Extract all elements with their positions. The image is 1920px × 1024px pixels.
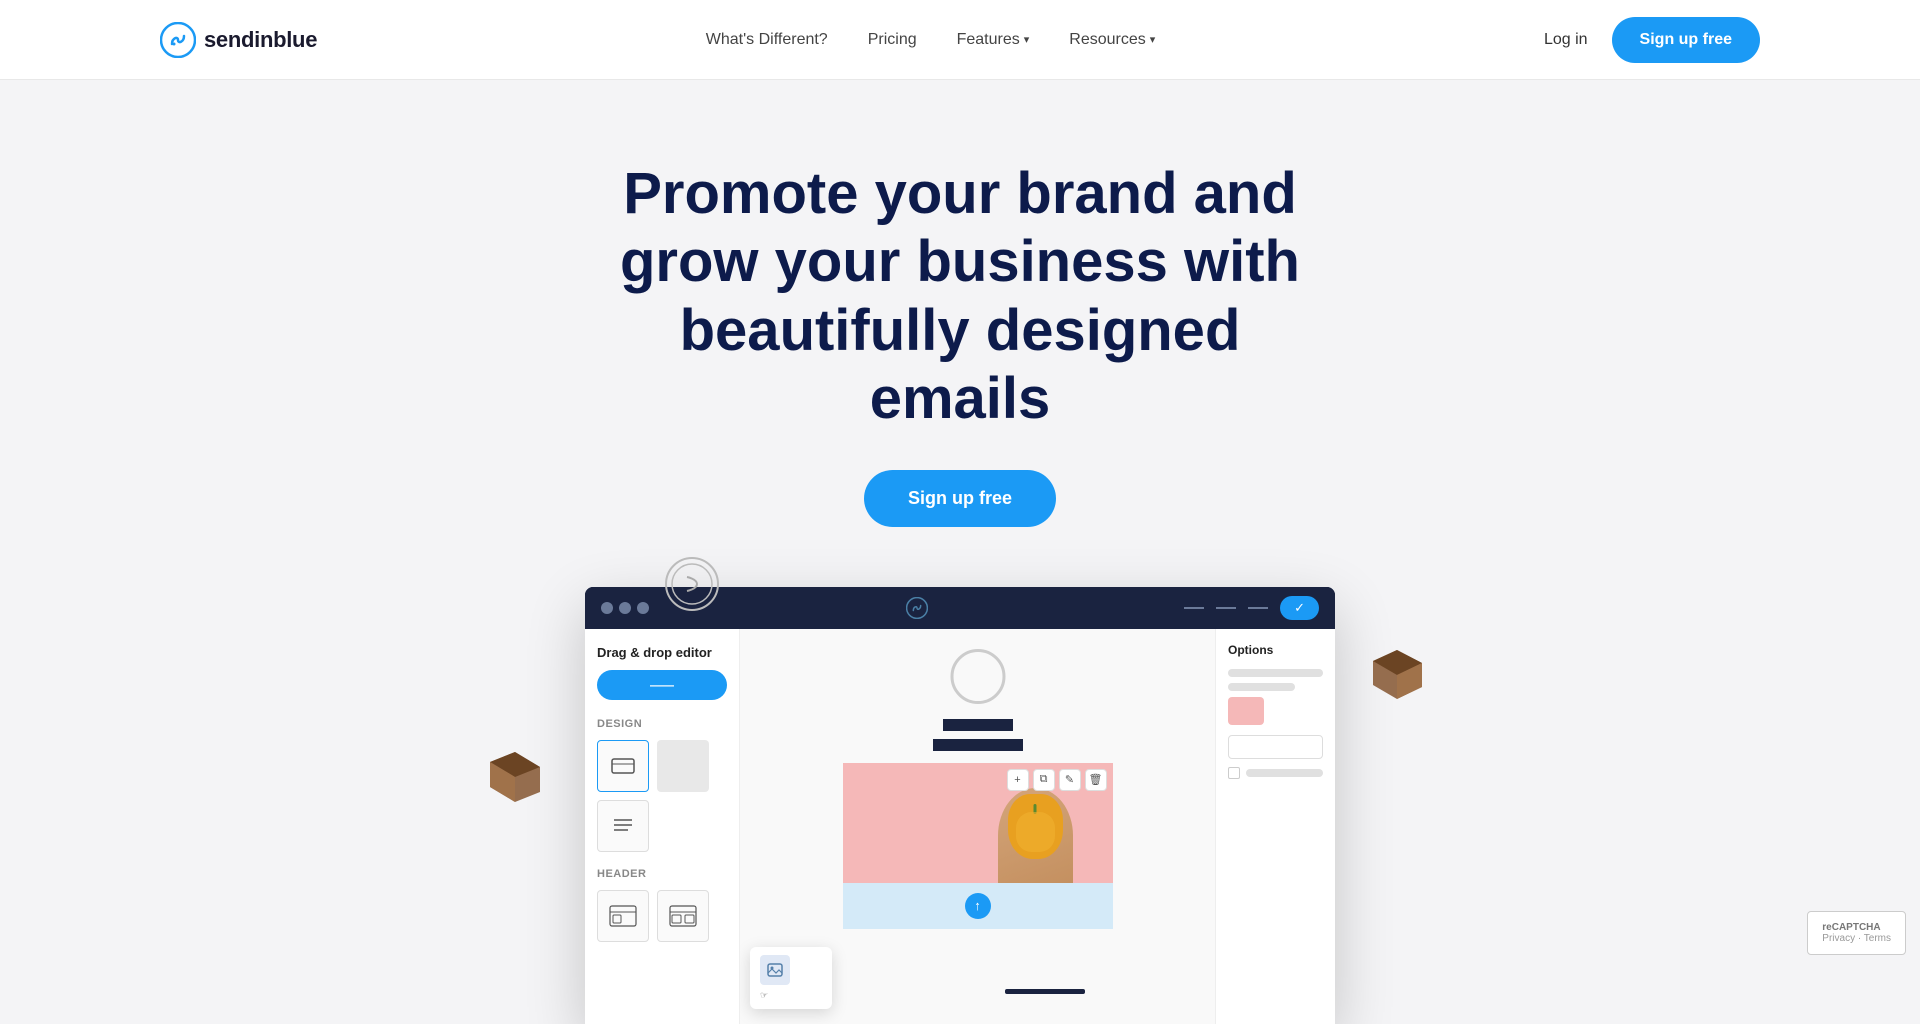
deco-cube-left — [485, 747, 545, 807]
card-overlay: ☞ — [750, 947, 832, 1009]
deco-coin — [665, 557, 720, 612]
check-icon: ✓ — [1294, 600, 1305, 616]
app-window: ✓ Drag & drop editor —— Design — [585, 587, 1335, 1024]
delete-block-button[interactable]: 🗑 — [1085, 769, 1107, 791]
app-screenshot-area: ✓ Drag & drop editor —— Design — [585, 587, 1335, 1024]
sidebar-design-label: Design — [597, 718, 727, 730]
email-divider-bar — [1005, 989, 1085, 994]
minimize-icon — [1184, 607, 1204, 609]
close-icon — [1248, 607, 1268, 609]
titlebar-dot-1 — [601, 602, 613, 614]
edit-block-button[interactable]: ✎ — [1059, 769, 1081, 791]
logo-text: sendinblue — [204, 27, 317, 53]
sidebar-header-item-2[interactable] — [657, 890, 709, 942]
copy-block-button[interactable]: ⧉ — [1033, 769, 1055, 791]
card-image-icon — [760, 955, 790, 985]
signup-button-hero[interactable]: Sign up free — [864, 470, 1056, 527]
upload-area: ↑ — [843, 883, 1113, 929]
sidebar-title: Drag & drop editor — [597, 645, 727, 660]
hero-section: Promote your brand and grow your busines… — [0, 80, 1920, 1024]
maximize-icon — [1216, 607, 1236, 609]
hero-title: Promote your brand and grow your busines… — [610, 160, 1310, 434]
app-body: Drag & drop editor —— Design Header — [585, 629, 1335, 1024]
sidebar-header-item-1[interactable] — [597, 890, 649, 942]
deco-cube-right — [1370, 647, 1425, 702]
options-checkbox[interactable] — [1228, 767, 1240, 779]
email-image-area: + ⧉ ✎ 🗑 — [843, 763, 1113, 883]
app-options-panel: Options — [1215, 629, 1335, 1024]
sidebar-item-1[interactable] — [597, 740, 649, 792]
sendinblue-logo-icon — [160, 22, 196, 58]
sidebar-item-2[interactable] — [657, 740, 709, 792]
email-content-blocks — [843, 719, 1113, 763]
email-subheader-bar — [933, 739, 1023, 751]
image-action-buttons: + ⧉ ✎ 🗑 — [1007, 769, 1107, 791]
titlebar-dot-3 — [637, 602, 649, 614]
sidebar-action-button[interactable]: —— — [597, 670, 727, 700]
nav-features[interactable]: Features ▾ — [957, 31, 1030, 49]
play-circle-icon — [950, 649, 1005, 704]
titlebar-logo — [906, 597, 928, 619]
recaptcha-subtext: Privacy · Terms — [1822, 933, 1891, 944]
login-button[interactable]: Log in — [1544, 31, 1588, 49]
options-checkbox-row — [1228, 767, 1323, 779]
options-color-swatch[interactable] — [1228, 697, 1264, 725]
nav-links: What's Different? Pricing Features ▾ Res… — [706, 31, 1156, 49]
upload-icon: ↑ — [965, 893, 991, 919]
pumpkin-illustration — [1008, 794, 1063, 859]
titlebar-dots — [601, 602, 649, 614]
options-title: Options — [1228, 643, 1323, 657]
logo[interactable]: sendinblue — [160, 22, 317, 58]
app-editor: + ⧉ ✎ 🗑 ↑ — [740, 629, 1215, 1024]
options-check-label — [1246, 769, 1323, 777]
app-sidebar: Drag & drop editor —— Design Header — [585, 629, 740, 1024]
sidebar-header-label: Header — [597, 868, 727, 880]
options-input-1[interactable] — [1228, 735, 1323, 759]
titlebar-actions: ✓ — [1184, 596, 1319, 620]
nav-resources[interactable]: Resources ▾ — [1069, 31, 1155, 49]
titlebar-confirm-button[interactable]: ✓ — [1280, 596, 1319, 620]
chevron-down-icon: ▾ — [1024, 33, 1030, 46]
chevron-down-icon: ▾ — [1150, 33, 1156, 46]
titlebar-dot-2 — [619, 602, 631, 614]
email-header-bar — [943, 719, 1013, 731]
nav-actions: Log in Sign up free — [1544, 17, 1760, 63]
card-cursor-icon: ☞ — [760, 990, 822, 1001]
signup-button-nav[interactable]: Sign up free — [1612, 17, 1760, 63]
options-line-1 — [1228, 669, 1323, 677]
sidebar-design-items — [597, 740, 727, 852]
navbar: sendinblue What's Different? Pricing Fea… — [0, 0, 1920, 80]
nav-whats-different[interactable]: What's Different? — [706, 31, 828, 49]
recaptcha-badge: reCAPTCHA Privacy · Terms — [1807, 911, 1906, 955]
options-line-2 — [1228, 683, 1295, 691]
nav-pricing[interactable]: Pricing — [868, 31, 917, 49]
add-block-button[interactable]: + — [1007, 769, 1029, 791]
recaptcha-text: reCAPTCHA — [1822, 922, 1891, 933]
sidebar-item-3[interactable] — [597, 800, 649, 852]
sidebar-header-items — [597, 890, 727, 942]
